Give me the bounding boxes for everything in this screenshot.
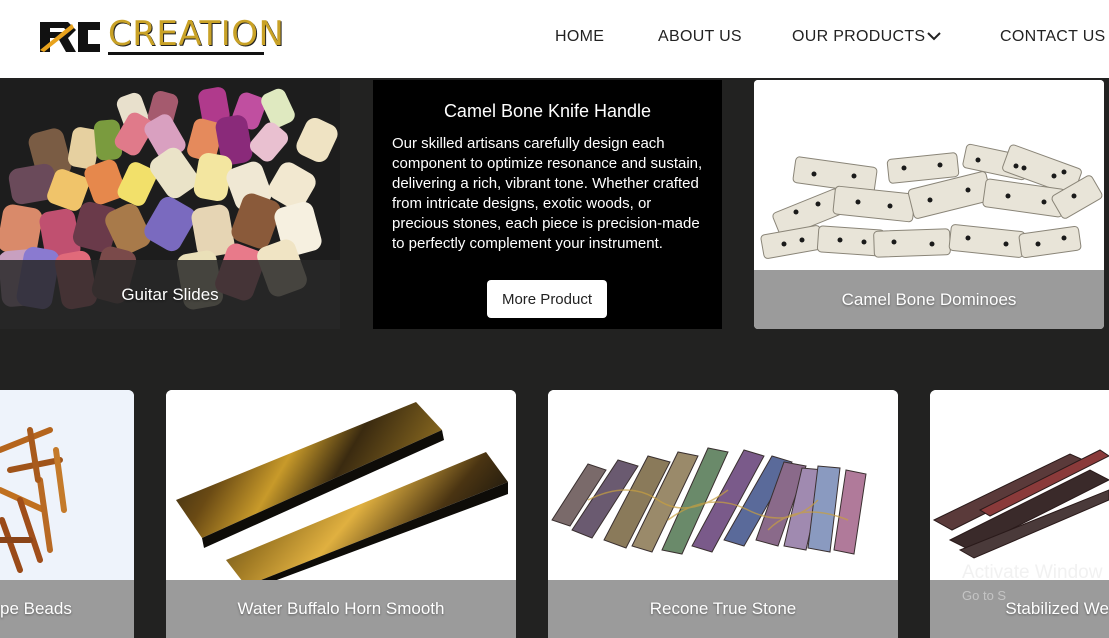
guitar-slides-label: Guitar Slides <box>0 260 340 329</box>
water-buffalo-horn-label: Water Buffalo Horn Smooth <box>166 580 516 638</box>
recone-true-stone-label: Recone True Stone <box>548 580 898 638</box>
nav-about-us[interactable]: ABOUT US <box>658 28 742 46</box>
stabilized-wood-image <box>930 390 1109 580</box>
feature-description: Our skilled artisans carefully design ea… <box>392 135 703 252</box>
nav-home[interactable]: HOME <box>555 28 604 46</box>
feature-title: Camel Bone Knife Handle <box>443 101 652 121</box>
recone-true-stone-image <box>548 390 898 580</box>
product-card-water-buffalo-horn[interactable]: Water Buffalo Horn Smooth <box>166 390 516 638</box>
product-card-recone-true-stone[interactable]: Recone True Stone <box>548 390 898 638</box>
product-card-dominoes[interactable]: Camel Bone Dominoes <box>754 80 1104 329</box>
site-header: CREATION HOME ABOUT US OUR PRODUCTS CONT… <box>0 0 1109 78</box>
water-buffalo-horn-image <box>166 390 516 590</box>
nav-our-products[interactable]: OUR PRODUCTS <box>792 28 925 46</box>
activate-windows-watermark: Activate Window <box>962 562 1103 583</box>
chevron-down-icon[interactable] <box>925 27 943 45</box>
feature-card: Camel Bone Knife Handle Our skilled arti… <box>373 80 722 329</box>
dominoes-image <box>754 80 1104 270</box>
logo-underline <box>108 52 264 55</box>
main-nav: HOME ABOUT US OUR PRODUCTS CONTACT US <box>0 28 1109 48</box>
nav-contact-us[interactable]: CONTACT US <box>1000 28 1106 46</box>
more-product-button[interactable]: More Product <box>487 280 607 318</box>
activate-windows-subtext: Go to S <box>962 588 1007 603</box>
product-card-beads[interactable]: pe Beads <box>0 390 134 638</box>
beads-image <box>0 390 134 580</box>
product-card-stabilized-wood[interactable]: Stabilized We <box>930 390 1109 638</box>
stabilized-wood-label: Stabilized We <box>930 580 1109 638</box>
product-card-guitar-slides[interactable]: Guitar Slides <box>0 80 340 329</box>
dominoes-label: Camel Bone Dominoes <box>754 270 1104 329</box>
beads-label: pe Beads <box>0 580 134 638</box>
